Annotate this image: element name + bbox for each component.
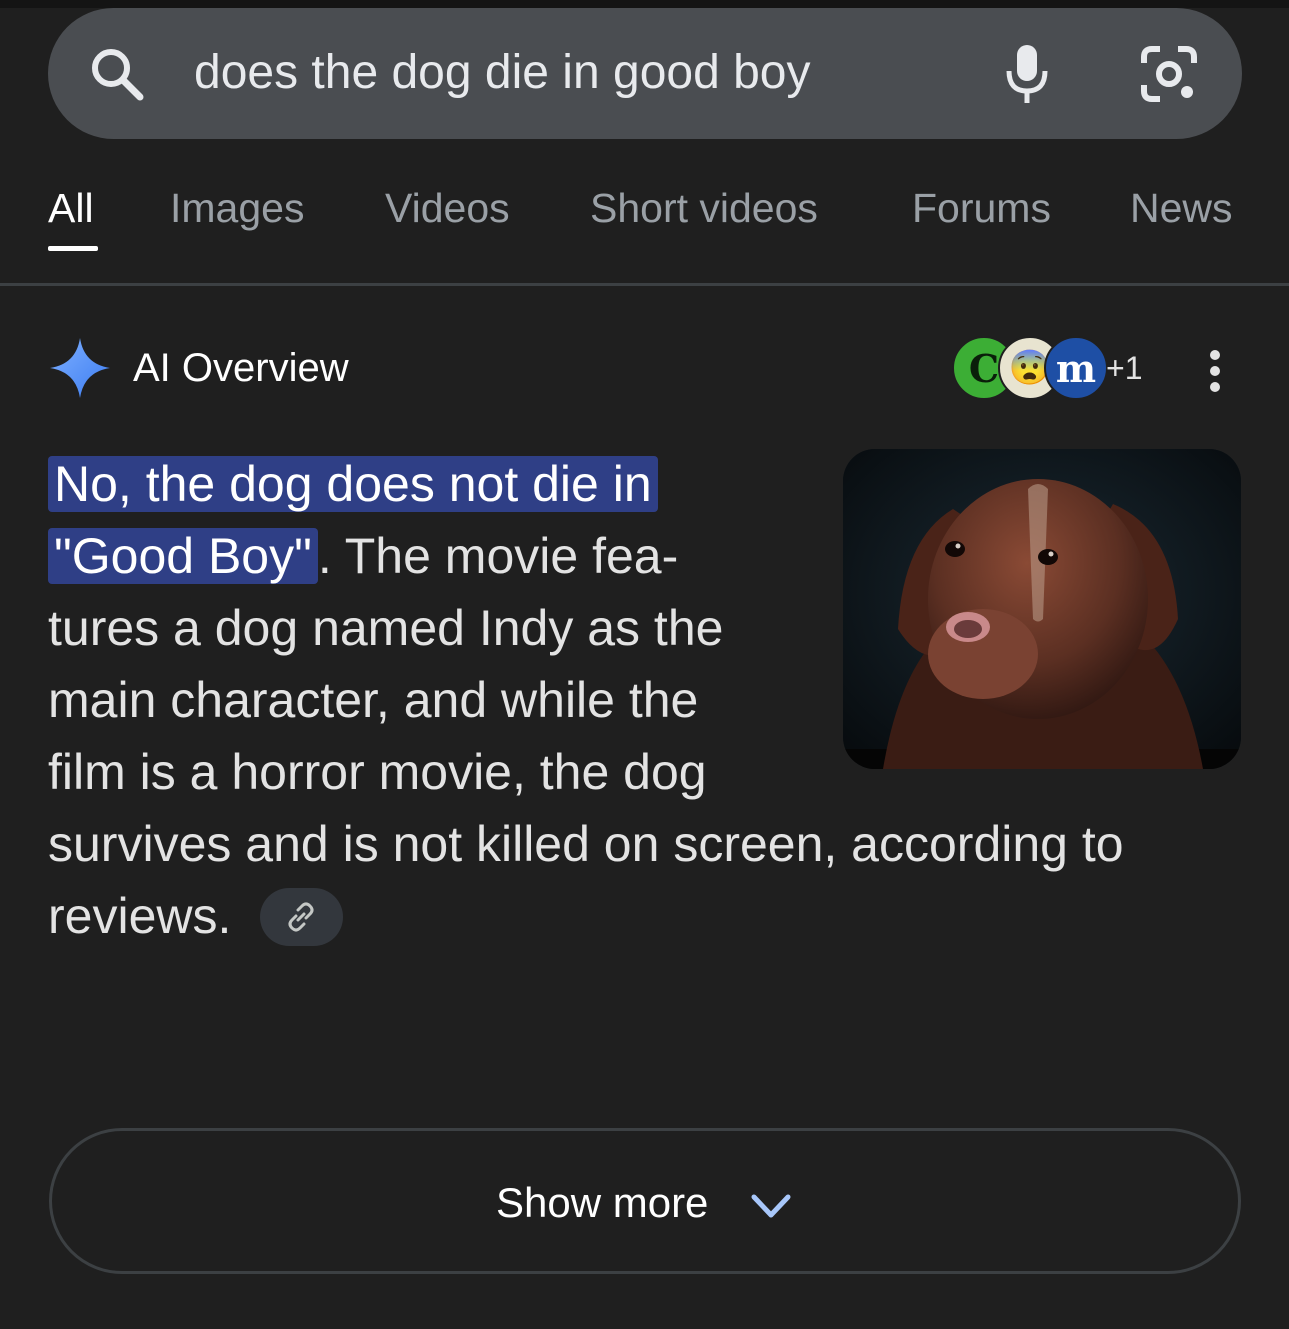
- answer-highlight-1: No, the dog does not die in: [48, 456, 658, 512]
- source-link-button[interactable]: [260, 888, 343, 946]
- answer-text: . The movie fea-: [317, 528, 679, 584]
- sparkle-icon: [50, 338, 110, 398]
- answer-line: reviews.: [48, 888, 232, 944]
- answer-line: tures a dog named Indy as the: [48, 600, 724, 656]
- answer-line: survives and is not killed on screen, ac…: [48, 816, 1124, 872]
- show-more-label: Show more: [496, 1179, 709, 1226]
- show-more-button[interactable]: Show more: [49, 1128, 1241, 1274]
- answer-highlight-2: "Good Boy": [48, 528, 318, 584]
- active-tab-indicator: [48, 246, 98, 251]
- source-favicons[interactable]: C 😨 m: [952, 336, 1132, 400]
- microphone-icon[interactable]: [1002, 43, 1052, 105]
- answer-line: "Good Boy". The movie fea-: [48, 520, 678, 592]
- search-input[interactable]: does the dog die in good boy: [194, 42, 811, 104]
- link-icon: [288, 902, 314, 932]
- search-icon[interactable]: [88, 45, 146, 103]
- tab-videos[interactable]: Videos: [385, 180, 510, 236]
- ai-overview-title: AI Overview: [133, 346, 349, 390]
- tab-forums[interactable]: Forums: [912, 180, 1051, 236]
- tab-images[interactable]: Images: [170, 180, 304, 236]
- answer-line: main character, and while the: [48, 672, 699, 728]
- tab-all[interactable]: All: [48, 180, 94, 236]
- source-favicon-m[interactable]: m: [1044, 336, 1108, 400]
- answer-line: film is a horror movie, the dog: [48, 744, 707, 800]
- answer-line: No, the dog does not die in: [48, 448, 658, 520]
- dog-image[interactable]: [843, 449, 1241, 769]
- search-tabs: All Images Videos Short videos Forums Ne…: [0, 180, 1289, 250]
- tabs-divider: [0, 283, 1289, 286]
- dog-portrait: [843, 449, 1241, 769]
- chevron-down-icon: [751, 1194, 791, 1218]
- extra-sources-count[interactable]: +1: [1106, 348, 1142, 388]
- tab-news[interactable]: News: [1130, 180, 1233, 236]
- status-strip: [0, 0, 1289, 8]
- more-options-icon[interactable]: [1200, 346, 1230, 396]
- search-bar[interactable]: does the dog die in good boy: [48, 8, 1242, 139]
- tab-short-videos[interactable]: Short videos: [590, 180, 818, 236]
- camera-lens-icon[interactable]: [1140, 45, 1198, 103]
